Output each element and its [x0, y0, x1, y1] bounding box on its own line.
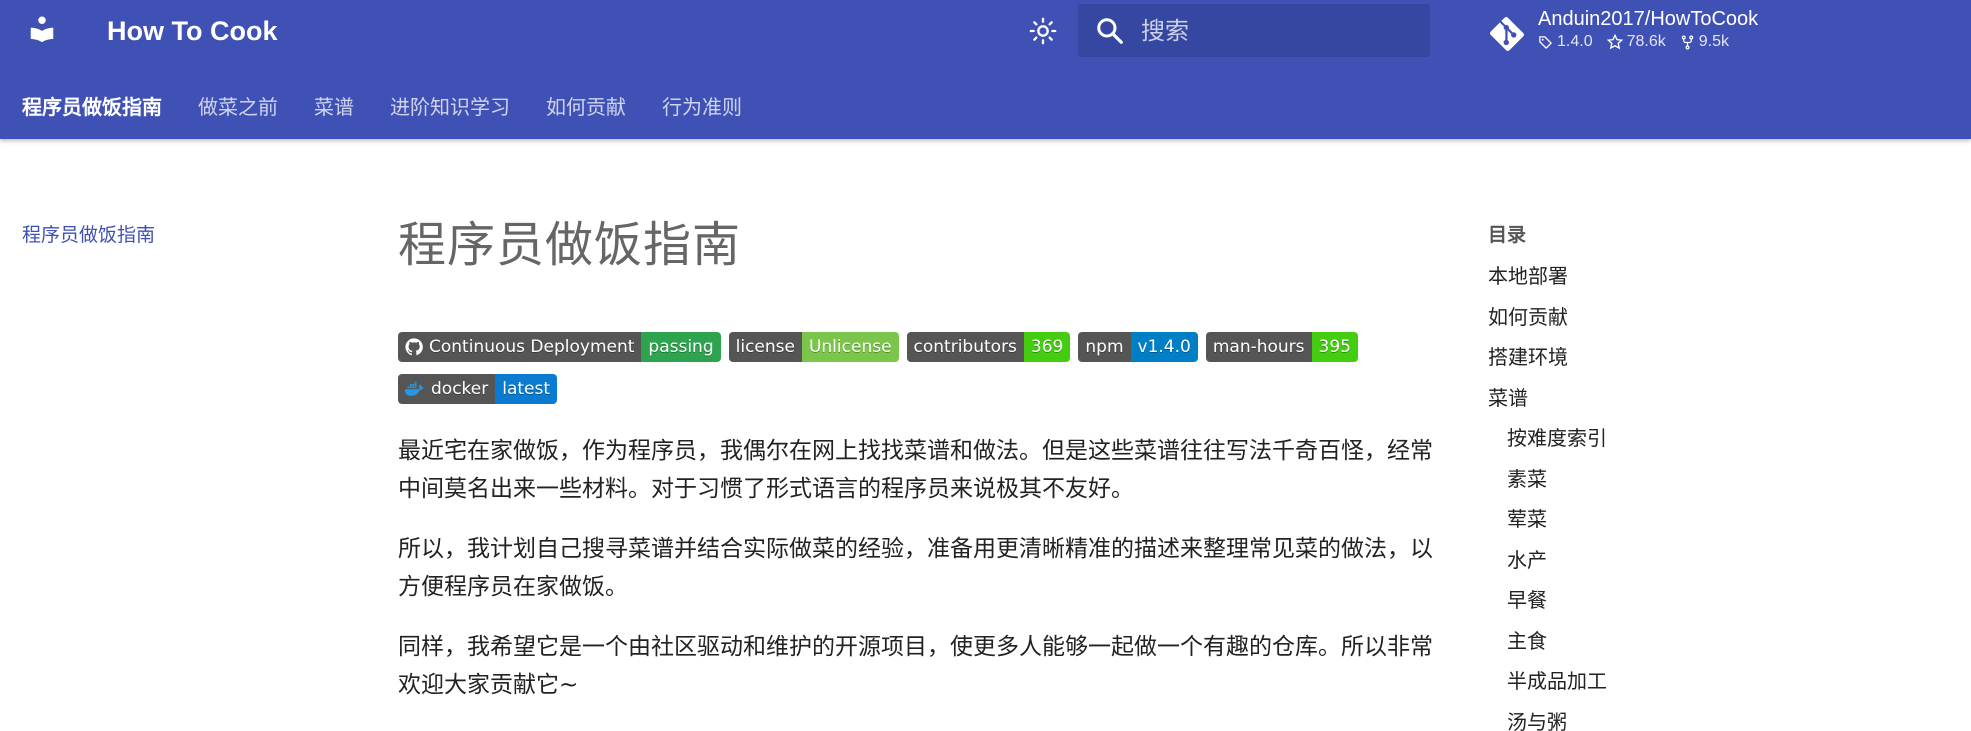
tab-recipes[interactable]: 菜谱	[314, 91, 354, 120]
intro-paragraph: 最近宅在家做饭，作为程序员，我偶尔在网上找找菜谱和做法。但是这些菜谱往往写法千奇…	[398, 438, 1433, 502]
toc-item-local-deploy[interactable]: 本地部署	[1488, 260, 1788, 301]
badge-label: contributors	[913, 337, 1017, 357]
page-title: 程序员做饭指南	[398, 217, 742, 273]
toc-item-how-to-contribute[interactable]: 如何贡献	[1488, 301, 1788, 342]
search-icon	[1095, 16, 1125, 46]
badge-docker[interactable]: docker latest	[398, 374, 558, 404]
repo-name: Anduin2017/HowToCook	[1538, 8, 1759, 30]
badge-label: man-hours	[1212, 337, 1305, 357]
toc-item-soup-porridge[interactable]: 汤与粥	[1488, 706, 1788, 731]
toc-item-setup-environment[interactable]: 搭建环境	[1488, 341, 1788, 382]
site-header: How To Cook Anduin2017/HowToCook 1.4.0 7…	[0, 0, 1971, 139]
tab-programmer-cooking-guide[interactable]: 程序员做饭指南	[22, 91, 162, 120]
badge-value: 395	[1311, 332, 1358, 362]
community-paragraph: 同样，我希望它是一个由社区驱动和维护的开源项目，使更多人能够一起做一个有趣的仓库…	[398, 634, 1433, 698]
sidebar-item-guide[interactable]: 程序员做饭指南	[22, 220, 155, 247]
badge-label: docker	[431, 379, 489, 399]
tag-icon	[1539, 35, 1553, 49]
toc-item-semi-finished[interactable]: 半成品加工	[1488, 665, 1788, 706]
repo-forks-value: 9.5k	[1698, 33, 1729, 50]
search-box[interactable]	[1078, 4, 1430, 57]
git-icon	[1489, 16, 1525, 52]
tab-advanced-knowledge[interactable]: 进阶知识学习	[390, 91, 510, 120]
badge-value: latest	[495, 374, 558, 404]
tab-code-of-conduct[interactable]: 行为准则	[662, 91, 742, 120]
toc-item-recipes[interactable]: 菜谱	[1488, 382, 1788, 423]
tab-before-cooking[interactable]: 做菜之前	[198, 91, 278, 120]
badge-label: Continuous Deployment	[429, 337, 635, 357]
star-icon	[1606, 34, 1623, 50]
toc-item-meat[interactable]: 荤菜	[1488, 503, 1788, 544]
repo-forks: 9.5k	[1680, 33, 1729, 51]
repo-link[interactable]: Anduin2017/HowToCook 1.4.0 78.6k 9.5k	[1489, 6, 1758, 52]
github-icon	[405, 338, 423, 356]
toc-title: 目录	[1488, 224, 1527, 246]
toc-item-breakfast[interactable]: 早餐	[1488, 584, 1788, 625]
repo-version-value: 1.4.0	[1557, 33, 1593, 50]
search-input[interactable]	[1141, 16, 1401, 45]
toc-item-vegetarian[interactable]: 素菜	[1488, 463, 1788, 504]
site-title[interactable]: How To Cook	[107, 13, 277, 49]
badge-value: passing	[641, 332, 721, 362]
badge-label: license	[735, 337, 795, 357]
fork-icon	[1681, 34, 1693, 49]
badge-value: v1.4.0	[1130, 332, 1198, 362]
repo-stars: 78.6k	[1606, 33, 1666, 51]
repo-version: 1.4.0	[1538, 33, 1593, 51]
plan-paragraph: 所以，我计划自己搜寻菜谱并结合实际做菜的经验，准备用更清晰精准的描述来整理常见菜…	[398, 536, 1433, 600]
badge-value: Unlicense	[801, 332, 899, 362]
badge-row: Continuous Deployment passing license Un…	[398, 332, 1378, 404]
badge-continuous-deployment[interactable]: Continuous Deployment passing	[398, 332, 721, 362]
toc-item-staple[interactable]: 主食	[1488, 625, 1788, 666]
table-of-contents: 目录 本地部署 如何贡献 搭建环境 菜谱 按难度索引 素菜 荤菜 水产 早餐 主…	[1488, 220, 1788, 731]
book-reader-icon[interactable]	[27, 14, 57, 44]
badge-man-hours[interactable]: man-hours 395	[1205, 332, 1358, 362]
badge-value: 369	[1023, 332, 1071, 362]
main-content: 程序员做饭指南 Continuous Deployment passing li…	[398, 210, 1438, 704]
badge-label: npm	[1085, 337, 1124, 357]
badge-contributors[interactable]: contributors 369	[906, 332, 1071, 362]
docker-icon	[405, 381, 425, 396]
badge-license[interactable]: license Unlicense	[728, 332, 899, 362]
badge-npm[interactable]: npm v1.4.0	[1078, 332, 1198, 362]
theme-toggle-icon[interactable]	[1026, 14, 1060, 48]
toc-item-seafood[interactable]: 水产	[1488, 544, 1788, 585]
nav-tabs: 程序员做饭指南 做菜之前 菜谱 进阶知识学习 如何贡献 行为准则	[22, 88, 778, 122]
tab-how-to-contribute[interactable]: 如何贡献	[546, 91, 626, 120]
repo-stars-value: 78.6k	[1626, 33, 1666, 50]
toc-item-by-difficulty[interactable]: 按难度索引	[1488, 422, 1788, 463]
